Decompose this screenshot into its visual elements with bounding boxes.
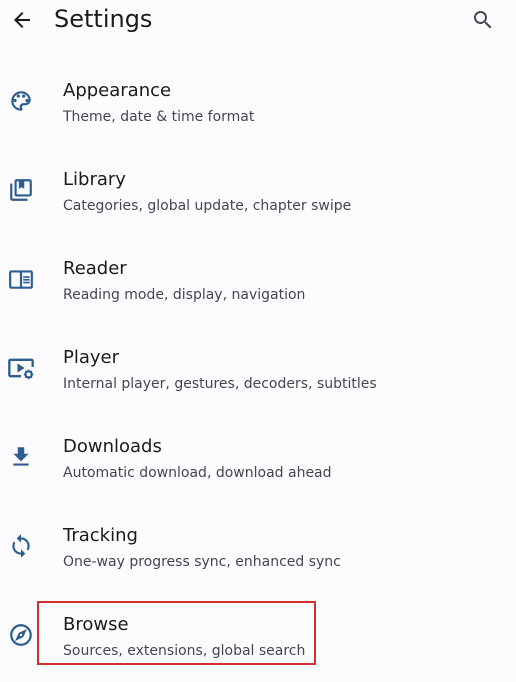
item-subtitle: Theme, date & time format: [63, 109, 255, 125]
palette-icon: [7, 87, 35, 115]
search-button[interactable]: [469, 6, 497, 34]
settings-item-reader[interactable]: Reader Reading mode, display, navigation: [0, 237, 516, 326]
settings-item-browse[interactable]: Browse Sources, extensions, global searc…: [0, 593, 516, 682]
item-subtitle: Categories, global update, chapter swipe: [63, 198, 352, 214]
settings-item-player[interactable]: Player Internal player, gestures, decode…: [0, 326, 516, 415]
settings-item-tracking[interactable]: Tracking One-way progress sync, enhanced…: [0, 504, 516, 593]
item-title: Tracking: [63, 525, 138, 546]
item-title: Library: [63, 169, 126, 190]
item-subtitle: Sources, extensions, global search: [63, 643, 306, 659]
library-icon: [7, 176, 35, 204]
top-app-bar: Settings: [0, 0, 516, 40]
video-settings-icon: [7, 354, 35, 382]
book-open-icon: [7, 265, 35, 293]
download-icon: [7, 443, 35, 471]
item-subtitle: Automatic download, download ahead: [63, 465, 332, 481]
settings-list: Appearance Theme, date & time format Lib…: [0, 59, 516, 682]
settings-item-downloads[interactable]: Downloads Automatic download, download a…: [0, 415, 516, 504]
arrow-back-icon: [10, 8, 34, 32]
compass-icon: [7, 621, 35, 649]
item-subtitle: Reading mode, display, navigation: [63, 287, 306, 303]
search-icon: [471, 8, 495, 32]
item-title: Appearance: [63, 80, 172, 101]
page-title: Settings: [54, 5, 153, 33]
item-title: Downloads: [63, 436, 162, 457]
settings-item-library[interactable]: Library Categories, global update, chapt…: [0, 148, 516, 237]
item-title: Browse: [63, 614, 129, 635]
settings-item-appearance[interactable]: Appearance Theme, date & time format: [0, 59, 516, 148]
item-title: Player: [63, 347, 120, 368]
item-subtitle: One-way progress sync, enhanced sync: [63, 554, 341, 570]
item-subtitle: Internal player, gestures, decoders, sub…: [63, 376, 377, 392]
item-title: Reader: [63, 258, 127, 279]
sync-icon: [7, 532, 35, 560]
back-button[interactable]: [8, 6, 36, 34]
